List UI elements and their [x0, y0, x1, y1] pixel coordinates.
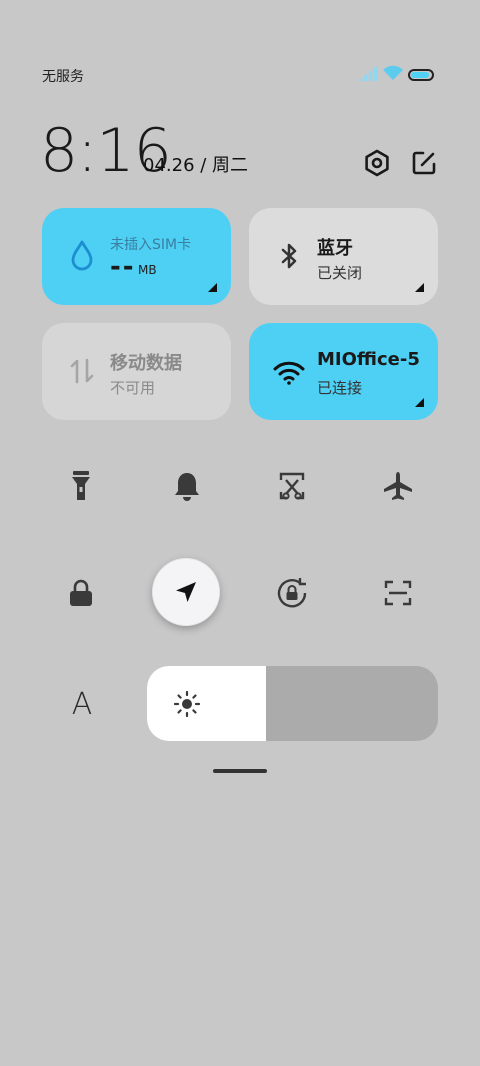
wifi-tile-title: MIOffice-5G: [317, 349, 419, 370]
bell-icon: [175, 473, 199, 501]
battery-fill: [411, 72, 429, 78]
date: 04.26 / 周二: [143, 155, 249, 176]
wifi-icon: [382, 65, 404, 85]
flashlight-toggle[interactable]: [53, 458, 109, 514]
tile-expand-indicator[interactable]: [415, 398, 424, 407]
location-toggle[interactable]: [152, 558, 220, 626]
panel-handle[interactable]: [213, 769, 267, 773]
lock-toggle[interactable]: [53, 565, 109, 621]
sim-usage-unit: MB: [138, 263, 157, 277]
status-icons: [358, 65, 434, 85]
edit-icon: [412, 151, 436, 175]
flashlight-icon: [72, 471, 90, 500]
sim-usage-value: --: [110, 252, 136, 282]
scan-toggle[interactable]: [370, 565, 426, 621]
brightness-slider[interactable]: [147, 666, 438, 741]
tile-expand-indicator[interactable]: [415, 283, 424, 292]
mobile-data-tile-title: 移动数据: [110, 353, 182, 374]
airplane-icon: [384, 472, 412, 500]
bluetooth-tile-title: 蓝牙: [317, 238, 353, 259]
bell-toggle[interactable]: [159, 458, 215, 514]
settings-icon: [365, 149, 389, 177]
bluetooth-tile-status: 已关闭: [317, 264, 363, 282]
airplane-toggle[interactable]: [370, 458, 426, 514]
bluetooth-icon: [271, 238, 307, 274]
mobile-data-tile[interactable]: 移动数据 不可用: [42, 323, 231, 420]
edit-button[interactable]: [409, 148, 439, 178]
wifi-tile-status: 已连接: [317, 379, 363, 397]
lock-icon: [70, 579, 92, 606]
scan-icon: [384, 580, 412, 606]
location-icon: [176, 582, 196, 602]
battery-icon: [408, 69, 434, 81]
signal-bars-icon: [358, 65, 378, 85]
wifi-tile[interactable]: MIOffice-5G 已连接: [249, 323, 438, 420]
sim-data-tile[interactable]: 未插入SIM卡 -- MB: [42, 208, 231, 305]
bluetooth-tile[interactable]: 蓝牙 已关闭: [249, 208, 438, 305]
data-arrows-icon: [64, 353, 100, 389]
settings-button[interactable]: [362, 148, 392, 178]
screenshot-toggle[interactable]: [264, 458, 320, 514]
brightness-slider-fill[interactable]: [147, 666, 267, 741]
tile-expand-indicator[interactable]: [208, 283, 217, 292]
rotation-lock-toggle[interactable]: [264, 565, 320, 621]
screenshot-icon: [279, 472, 305, 500]
font-size-label: A: [71, 686, 93, 722]
font-size-button[interactable]: A: [54, 676, 110, 732]
carrier-status: 无服务: [42, 69, 84, 85]
mobile-data-tile-status: 不可用: [110, 379, 156, 397]
water-drop-icon: [64, 238, 100, 274]
sim-tile-title: 未插入SIM卡: [110, 237, 192, 253]
sun-icon: [173, 690, 201, 718]
rotation-lock-icon: [277, 578, 307, 608]
wifi-icon: [271, 353, 307, 389]
